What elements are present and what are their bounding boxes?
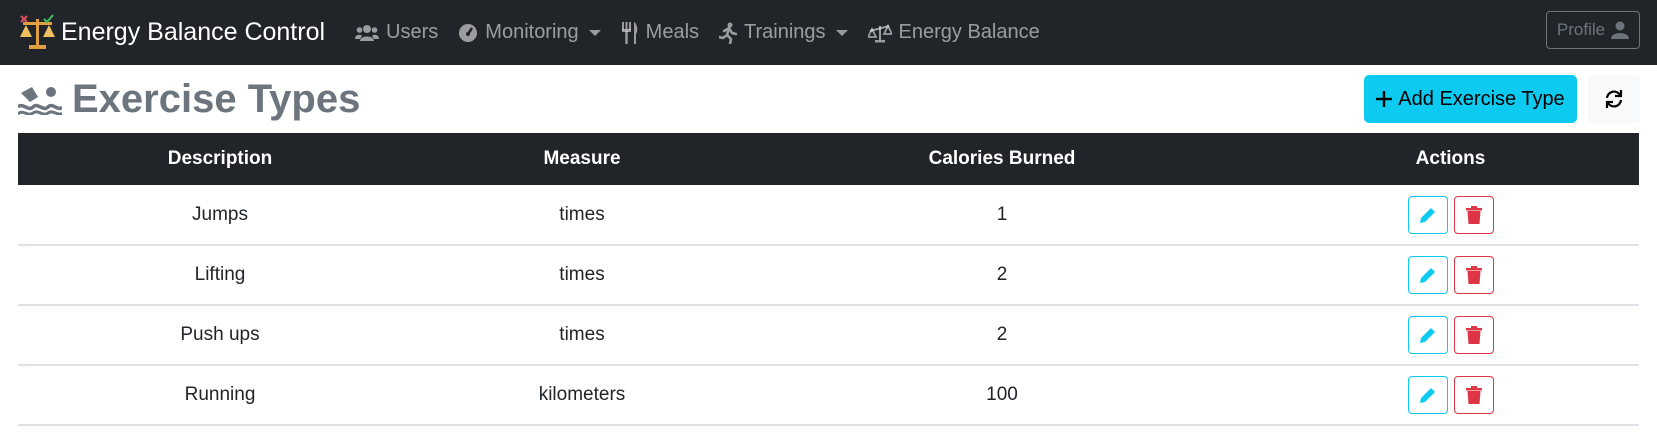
- column-header-actions: Actions: [1415, 148, 1486, 169]
- edit-button[interactable]: [1407, 256, 1448, 294]
- nav-monitoring[interactable]: Monitoring: [458, 21, 601, 44]
- table-row: Push ups times 2: [18, 305, 1639, 365]
- nav-monitoring-label: Monitoring: [485, 21, 579, 43]
- page-header: Exercise Types Add Exercise Type: [0, 65, 1657, 133]
- cell-actions: [1262, 245, 1639, 305]
- pencil-icon: [1419, 388, 1435, 403]
- brand-title: Energy Balance Control: [61, 18, 326, 46]
- cell-description: Push ups: [180, 324, 260, 345]
- user-icon: [1611, 21, 1630, 39]
- delete-button[interactable]: [1453, 195, 1494, 234]
- scale-icon: [867, 23, 892, 42]
- nav-users-label: Users: [386, 21, 439, 43]
- cell-measure: times: [559, 324, 605, 345]
- nav-energy-balance[interactable]: Energy Balance: [867, 21, 1040, 44]
- profile-label: Profile: [1556, 20, 1606, 39]
- table-row: Jumps times 1: [18, 185, 1639, 245]
- pencil-icon: [1419, 207, 1435, 223]
- column-header-measure: Measure: [543, 148, 621, 169]
- edit-button[interactable]: [1407, 376, 1448, 414]
- pencil-icon: [1419, 268, 1435, 283]
- cell-description: Running: [184, 384, 256, 405]
- brand[interactable]: Energy Balance Control: [17, 13, 325, 53]
- nav-meals[interactable]: Meals: [621, 21, 699, 44]
- table-header-row: Description Measure Calories Burned Acti…: [18, 133, 1639, 185]
- running-icon: [719, 22, 738, 44]
- cell-calories: 2: [996, 264, 1008, 285]
- edit-button[interactable]: [1407, 316, 1448, 354]
- top-navbar: Energy Balance Control Users Monitoring: [0, 0, 1657, 65]
- trash-icon: [1465, 266, 1482, 284]
- swimmer-icon: [18, 87, 62, 115]
- cell-calories: 1: [996, 203, 1008, 225]
- cell-actions: [1262, 185, 1639, 245]
- trash-icon: [1465, 386, 1482, 404]
- utensils-icon: [621, 21, 637, 44]
- delete-button[interactable]: [1453, 376, 1494, 414]
- nav-trainings-label: Trainings: [744, 21, 826, 43]
- cell-actions: [1262, 305, 1639, 365]
- users-icon: [355, 24, 380, 41]
- edit-button[interactable]: [1407, 195, 1448, 234]
- cell-actions: [1262, 365, 1639, 425]
- pencil-icon: [1419, 328, 1435, 343]
- cell-description: Lifting: [194, 264, 246, 285]
- cell-measure: times: [559, 203, 605, 225]
- refresh-icon: [1605, 90, 1623, 108]
- nav-energy-balance-label: Energy Balance: [898, 21, 1040, 43]
- nav-meals-label: Meals: [645, 21, 700, 43]
- nav-trainings[interactable]: Trainings: [719, 21, 848, 44]
- gauge-icon: [459, 23, 478, 42]
- nav-users[interactable]: Users: [355, 21, 438, 44]
- cell-description: Jumps: [192, 203, 248, 225]
- delete-button[interactable]: [1453, 256, 1494, 294]
- trash-icon: [1465, 326, 1482, 344]
- table-row: Lifting times 2: [18, 245, 1639, 305]
- scale-logo-icon: [20, 13, 55, 49]
- trash-icon: [1465, 205, 1482, 224]
- cell-calories: 100: [986, 384, 1018, 405]
- page-title-text: Exercise Types: [72, 76, 361, 121]
- table-row: Running kilometers 100: [18, 365, 1639, 425]
- column-header-description: Description: [167, 148, 273, 169]
- add-exercise-type-label: Add Exercise Type: [1398, 87, 1565, 110]
- exercise-types-table: Description Measure Calories Burned Acti…: [18, 133, 1639, 426]
- cell-measure: times: [559, 264, 605, 285]
- refresh-button[interactable]: [1588, 75, 1640, 123]
- profile-button[interactable]: Profile: [1546, 11, 1640, 49]
- column-header-calories: Calories Burned: [928, 148, 1076, 169]
- delete-button[interactable]: [1453, 316, 1494, 354]
- cell-measure: kilometers: [538, 384, 626, 405]
- plus-icon: [1376, 91, 1393, 107]
- chevron-down-icon: [588, 29, 601, 36]
- cell-calories: 2: [996, 324, 1008, 345]
- chevron-down-icon: [835, 29, 848, 36]
- add-exercise-type-button[interactable]: Add Exercise Type: [1364, 75, 1577, 123]
- page-title: Exercise Types: [18, 77, 360, 122]
